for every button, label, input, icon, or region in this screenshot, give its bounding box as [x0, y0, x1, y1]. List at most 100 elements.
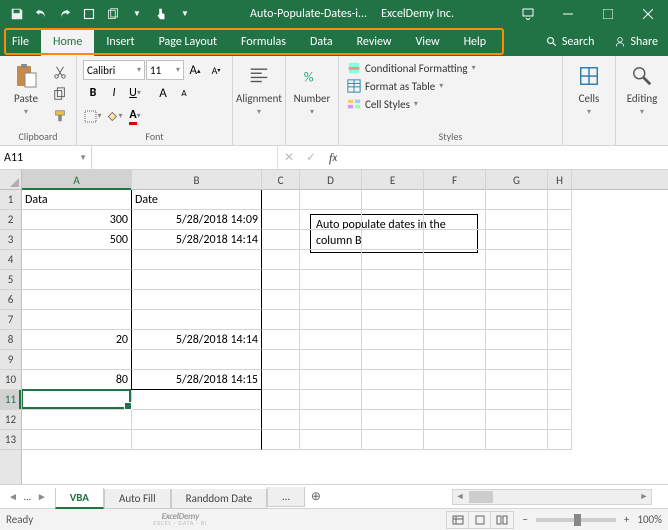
- cell[interactable]: 80: [22, 370, 132, 390]
- cell[interactable]: [262, 290, 300, 310]
- tab-view[interactable]: View: [404, 28, 452, 56]
- enter-icon[interactable]: ✓: [300, 150, 322, 165]
- sheet-tab-more[interactable]: …: [267, 487, 305, 507]
- select-all-corner[interactable]: [0, 170, 22, 190]
- minimize-button[interactable]: [548, 0, 588, 28]
- italic-button[interactable]: I: [104, 83, 124, 103]
- cell[interactable]: [132, 430, 262, 450]
- cell[interactable]: [262, 350, 300, 370]
- cell[interactable]: [132, 250, 262, 270]
- horizontal-scrollbar[interactable]: ◄►: [452, 489, 652, 505]
- save-icon[interactable]: [6, 3, 28, 25]
- page-layout-view-icon[interactable]: [469, 512, 491, 528]
- cell[interactable]: [362, 390, 424, 410]
- cell[interactable]: [424, 250, 486, 270]
- cell[interactable]: [486, 330, 548, 350]
- cell[interactable]: [486, 230, 548, 250]
- cell[interactable]: [486, 310, 548, 330]
- decrease-font-icon[interactable]: A▾: [206, 60, 226, 80]
- format-as-table-button[interactable]: Format as Table▾: [345, 78, 478, 94]
- cell[interactable]: [300, 370, 362, 390]
- col-header[interactable]: G: [486, 170, 548, 190]
- undo-icon[interactable]: [30, 3, 52, 25]
- cell[interactable]: [300, 190, 362, 210]
- tab-insert[interactable]: Insert: [94, 28, 146, 56]
- cell[interactable]: [262, 190, 300, 210]
- cell[interactable]: [300, 250, 362, 270]
- cell[interactable]: [548, 410, 572, 430]
- col-header[interactable]: C: [262, 170, 300, 190]
- cell[interactable]: [424, 290, 486, 310]
- cell[interactable]: [22, 310, 132, 330]
- cells-area[interactable]: Auto populate dates in the column B Data…: [22, 190, 668, 484]
- cell[interactable]: [22, 410, 132, 430]
- cell[interactable]: [300, 430, 362, 450]
- cell[interactable]: [548, 210, 572, 230]
- share-button[interactable]: Share: [604, 28, 668, 56]
- cell[interactable]: [262, 330, 300, 350]
- cell[interactable]: [486, 270, 548, 290]
- col-header[interactable]: D: [300, 170, 362, 190]
- cell[interactable]: [548, 350, 572, 370]
- number-button[interactable]: % Number▾: [292, 60, 332, 117]
- cell[interactable]: [548, 250, 572, 270]
- format-painter-icon[interactable]: [50, 106, 70, 126]
- cell[interactable]: 500: [22, 230, 132, 250]
- tab-formulas[interactable]: Formulas: [229, 28, 298, 56]
- tab-file[interactable]: File: [0, 28, 41, 56]
- cell[interactable]: [486, 430, 548, 450]
- row-header[interactable]: 12: [0, 410, 21, 430]
- cell[interactable]: [548, 190, 572, 210]
- fill-color-icon[interactable]: ▾: [104, 106, 124, 126]
- cell-styles-button[interactable]: Cell Styles▾: [345, 96, 478, 112]
- zoom-in-button[interactable]: +: [624, 513, 629, 526]
- cell[interactable]: [132, 410, 262, 430]
- cell[interactable]: [22, 290, 132, 310]
- col-header[interactable]: F: [424, 170, 486, 190]
- row-header[interactable]: 1: [0, 190, 21, 210]
- cell[interactable]: 5/28/2018 14:15: [132, 370, 262, 390]
- cell[interactable]: [548, 310, 572, 330]
- cell[interactable]: [132, 350, 262, 370]
- close-button[interactable]: [628, 0, 668, 28]
- cell[interactable]: [424, 410, 486, 430]
- cell[interactable]: [362, 310, 424, 330]
- cell[interactable]: [486, 390, 548, 410]
- cell[interactable]: [424, 350, 486, 370]
- cell[interactable]: [424, 310, 486, 330]
- qat-icon[interactable]: [78, 3, 100, 25]
- row-header[interactable]: 8: [0, 330, 21, 350]
- view-buttons[interactable]: [446, 511, 514, 529]
- cell[interactable]: [362, 350, 424, 370]
- cell[interactable]: [300, 410, 362, 430]
- cells-button[interactable]: Cells▾: [569, 60, 609, 117]
- cell[interactable]: [362, 270, 424, 290]
- new-sheet-button[interactable]: ⊕: [305, 489, 327, 504]
- qat-more-icon[interactable]: ▼: [174, 3, 196, 25]
- cell[interactable]: [486, 210, 548, 230]
- cell[interactable]: [486, 350, 548, 370]
- increase-font-icon-2[interactable]: A: [153, 83, 173, 103]
- row-header[interactable]: 7: [0, 310, 21, 330]
- col-header[interactable]: A: [22, 170, 132, 190]
- sheet-nav[interactable]: ◄…►: [0, 490, 55, 503]
- cell[interactable]: [132, 270, 262, 290]
- cell[interactable]: [424, 390, 486, 410]
- borders-icon[interactable]: ▾: [83, 106, 103, 126]
- cell[interactable]: [486, 290, 548, 310]
- cell[interactable]: [300, 230, 362, 250]
- ribbon-options-icon[interactable]: [508, 0, 548, 28]
- touch-mode-icon[interactable]: [150, 3, 172, 25]
- redo-icon[interactable]: [54, 3, 76, 25]
- cell[interactable]: [362, 290, 424, 310]
- tab-help[interactable]: Help: [452, 28, 499, 56]
- col-header[interactable]: B: [132, 170, 262, 190]
- cell[interactable]: [22, 270, 132, 290]
- underline-button[interactable]: U▾: [125, 83, 145, 103]
- cell[interactable]: [22, 390, 132, 410]
- tell-me-search[interactable]: Search: [536, 28, 605, 56]
- row-header[interactable]: 11: [0, 390, 21, 410]
- cell[interactable]: 5/28/2018 14:14: [132, 230, 262, 250]
- cell[interactable]: [424, 370, 486, 390]
- row-header[interactable]: 5: [0, 270, 21, 290]
